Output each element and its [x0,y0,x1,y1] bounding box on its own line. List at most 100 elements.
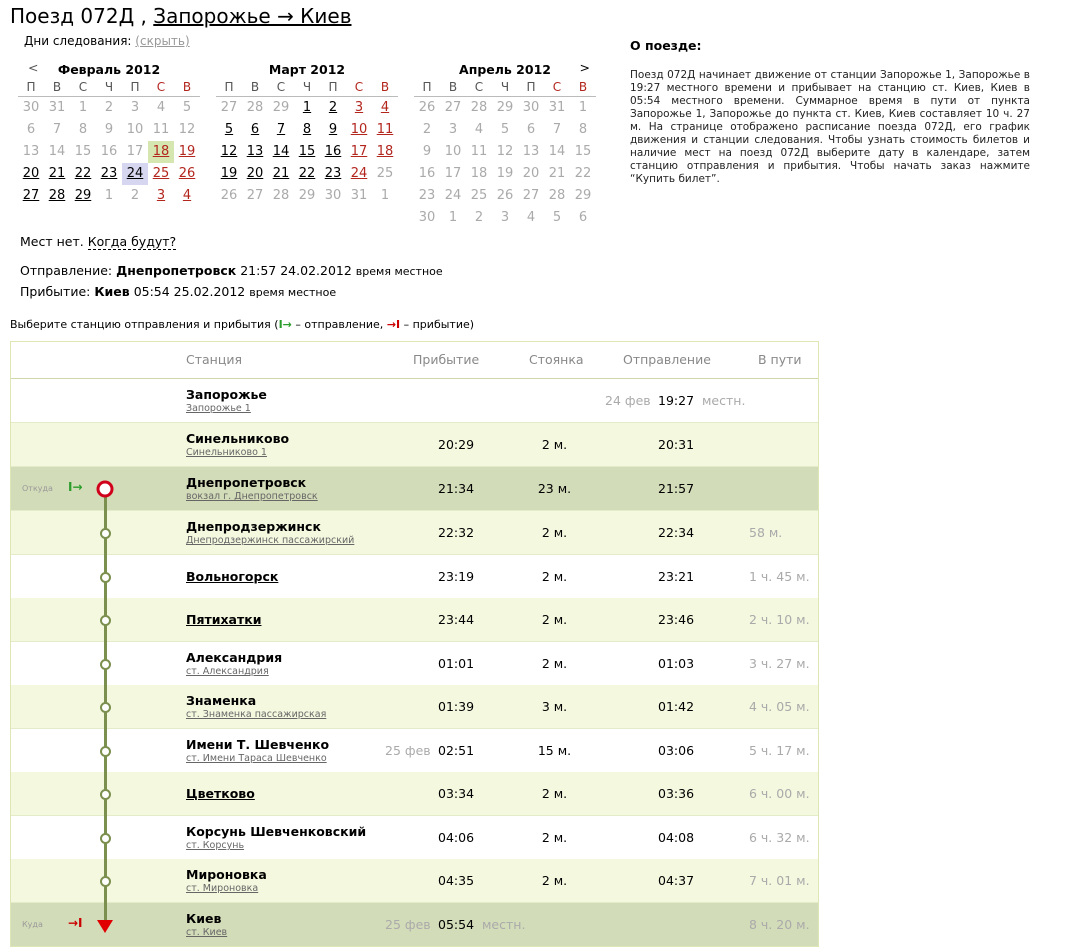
station-sub-link[interactable]: Синельниково 1 [186,447,267,458]
calendar-day[interactable]: 22 [70,163,96,185]
station-sub-link[interactable]: Днепродзержинск пассажирский [186,535,354,546]
calendar-day[interactable]: 19 [174,141,200,163]
table-row[interactable]: Мироновка ст. Мироновка 04:35 2 м. 04:37 7 ч.… [11,859,818,903]
calendar-day[interactable]: 7 [268,119,294,141]
calendar-day[interactable]: 18 [148,141,174,163]
calendar-day: 6 [26,122,36,137]
station-name[interactable]: Имени Т. Шевченко [186,737,329,752]
calendar-day: 12 [496,144,514,159]
station-sub-link[interactable]: Запорожье 1 [186,403,251,414]
table-row[interactable]: Днепропетровск вокзал г. Днепропетровск 21… [11,467,818,511]
calendar-day[interactable]: 3 [346,97,372,119]
calendar-day[interactable]: 4 [174,185,200,207]
availability: Мест нет. Когда будут? [20,234,177,250]
table-row[interactable]: Знаменка ст. Знаменка пассажирская 01:39 3 … [11,685,818,729]
station-sub-link[interactable]: ст. Мироновка [186,883,258,894]
table-row[interactable]: Синельниково Синельниково 1 20:29 2 м. 20:31 [11,423,818,467]
station-sub-link[interactable]: ст. Киев [186,927,227,938]
station-name[interactable]: Корсунь Шевченковский [186,824,366,839]
route-link[interactable]: Запорожье → Киев [153,4,351,28]
date-label: 25 фев [385,917,431,932]
station-name[interactable]: Мироновка [186,867,267,882]
calendar-day[interactable]: 19 [216,163,242,185]
station-name[interactable]: Цветково [186,786,255,801]
station-name[interactable]: Вольногорск [186,569,278,584]
calendar-day[interactable]: 12 [216,141,242,163]
arrival-time: 05:54 25.02.2012 [133,284,246,299]
calendar-day: 5 [552,210,562,225]
table-row[interactable]: Имени Т. Шевченко ст. Имени Тараса Шевчен… [11,729,818,773]
calendar-day[interactable]: 3 [148,185,174,207]
calendar-day[interactable]: 26 [174,163,200,185]
weekday-label: С [544,78,570,97]
calendar-day[interactable]: 23 [96,163,122,185]
calendar-day[interactable]: 5 [216,119,242,141]
station-name[interactable]: Синельниково [186,431,289,446]
calendar-day[interactable]: 18 [372,141,398,163]
calendar-day: 13 [522,144,540,159]
table-row[interactable]: Пятихатки 23:44 2 м. 23:46 2 ч. 10 м. [11,598,818,642]
station-name[interactable]: Запорожье [186,387,267,402]
calendar-day[interactable]: 9 [320,119,346,141]
calendar-day[interactable]: 23 [320,163,346,185]
calendar-day[interactable]: 11 [372,119,398,141]
calendar-day[interactable]: 4 [372,97,398,119]
table-row[interactable]: Александрия ст. Александрия 01:01 2 м. 01:03… [11,642,818,686]
calendar-day[interactable]: 1 [294,97,320,119]
table-row[interactable]: Запорожье Запорожье 1 24 фев 19:27 местн. [11,379,818,423]
calendar-day[interactable]: 25 [148,163,174,185]
calendar-day: 17 [126,144,144,159]
calendar-day[interactable]: 2 [320,97,346,119]
calendar-day[interactable]: 21 [44,163,70,185]
station-sub-link[interactable]: ст. Знаменка пассажирская [186,709,326,720]
calendar-day[interactable]: 8 [294,119,320,141]
arrival-time: 04:35 [438,873,475,888]
calendar-day[interactable]: 13 [242,141,268,163]
schedule-table: Станция Прибытие Стоянка Отправление В п… [10,341,819,947]
when-available-link[interactable]: Когда будут? [87,234,177,250]
calendar-day: 1 [578,100,588,115]
calendar-day[interactable]: 14 [268,141,294,163]
table-row[interactable]: Корсунь Шевченковский ст. Корсунь 04:06 2 м… [11,816,818,860]
calendar-day: 1 [104,188,114,203]
calendar-day[interactable]: 15 [294,141,320,163]
travel-time: 1 ч. 45 м. [749,569,810,584]
station-name[interactable]: Днепропетровск [186,475,306,490]
station-name[interactable]: Пятихатки [186,612,261,627]
station-name[interactable]: Знаменка [186,693,256,708]
table-row[interactable]: Вольногорск 23:19 2 м. 23:21 1 ч. 45 м. [11,555,818,599]
station-sub-link[interactable]: ст. Корсунь [186,840,244,851]
calendar-day[interactable]: 21 [268,163,294,185]
calendar-day[interactable]: 22 [294,163,320,185]
calendar-day: 6 [578,210,588,225]
calendar-day[interactable]: 6 [242,119,268,141]
station-sub-link[interactable]: вокзал г. Днепропетровск [186,491,318,502]
station-name[interactable]: Днепродзержинск [186,519,321,534]
arrival-marker-icon: →I [68,916,83,930]
station-sub-link[interactable]: ст. Александрия [186,666,269,677]
hide-calendar-link[interactable]: (скрыть) [135,34,189,48]
departure-time: 21:57 24.02.2012 [240,263,352,278]
calendar-day[interactable]: 16 [320,141,346,163]
table-row[interactable]: Киев ст. Киев 25 фев 05:54 местн. 8 ч. 20 м. К… [11,903,818,946]
table-row[interactable]: Днепродзержинск Днепродзержинск пассажирс… [11,511,818,555]
calendar-day[interactable]: 20 [242,163,268,185]
calendar-day[interactable]: 10 [346,119,372,141]
station-name[interactable]: Киев [186,911,221,926]
calendar-day[interactable]: 24 [346,163,372,185]
prev-month-button[interactable]: < [28,60,38,75]
calendar-day[interactable]: 24 [122,163,148,185]
calendar-day[interactable]: 17 [346,141,372,163]
calendar-day[interactable]: 20 [18,163,44,185]
calendar-day[interactable]: 29 [70,185,96,207]
calendar-day: 5 [500,122,510,137]
station-sub-link[interactable]: ст. Имени Тараса Шевченко [186,753,327,764]
station-name[interactable]: Александрия [186,650,282,665]
next-month-button[interactable]: > [580,60,590,75]
stop-duration: 2 м. [541,873,568,888]
calendar-day[interactable]: 28 [44,185,70,207]
stop-duration: 2 м. [541,830,568,845]
calendar-day[interactable]: 27 [18,185,44,207]
route-stop-node [100,833,111,844]
table-row[interactable]: Цветково 03:34 2 м. 03:36 6 ч. 00 м. [11,772,818,816]
